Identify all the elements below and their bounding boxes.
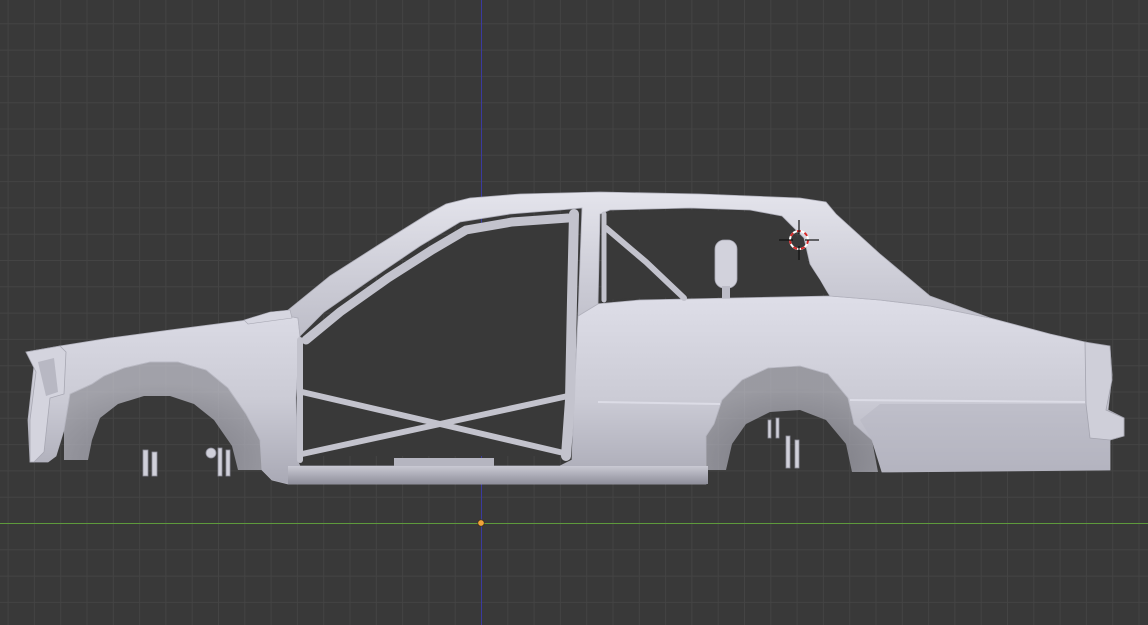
rear-mount-left-b: [775, 417, 780, 439]
object-origin-icon[interactable]: [477, 519, 485, 527]
quarter-shade: [860, 404, 1110, 472]
viewport-canvas[interactable]: [0, 0, 1148, 625]
door-sill-highlight: [394, 458, 494, 466]
headrest-post: [722, 286, 730, 298]
headrest-pad: [714, 239, 738, 289]
front-mount-left-b: [151, 451, 158, 477]
rear-mount-right: [785, 435, 791, 469]
front-mount-bushing: [205, 447, 217, 459]
door-sill: [288, 466, 708, 484]
front-mount-right: [217, 447, 223, 477]
rear-mount-right-b: [794, 439, 800, 469]
3d-viewport[interactable]: [0, 0, 1148, 625]
rear-mount-left: [767, 419, 772, 439]
front-mount-left: [142, 449, 149, 477]
front-mount-right-b: [225, 449, 231, 477]
